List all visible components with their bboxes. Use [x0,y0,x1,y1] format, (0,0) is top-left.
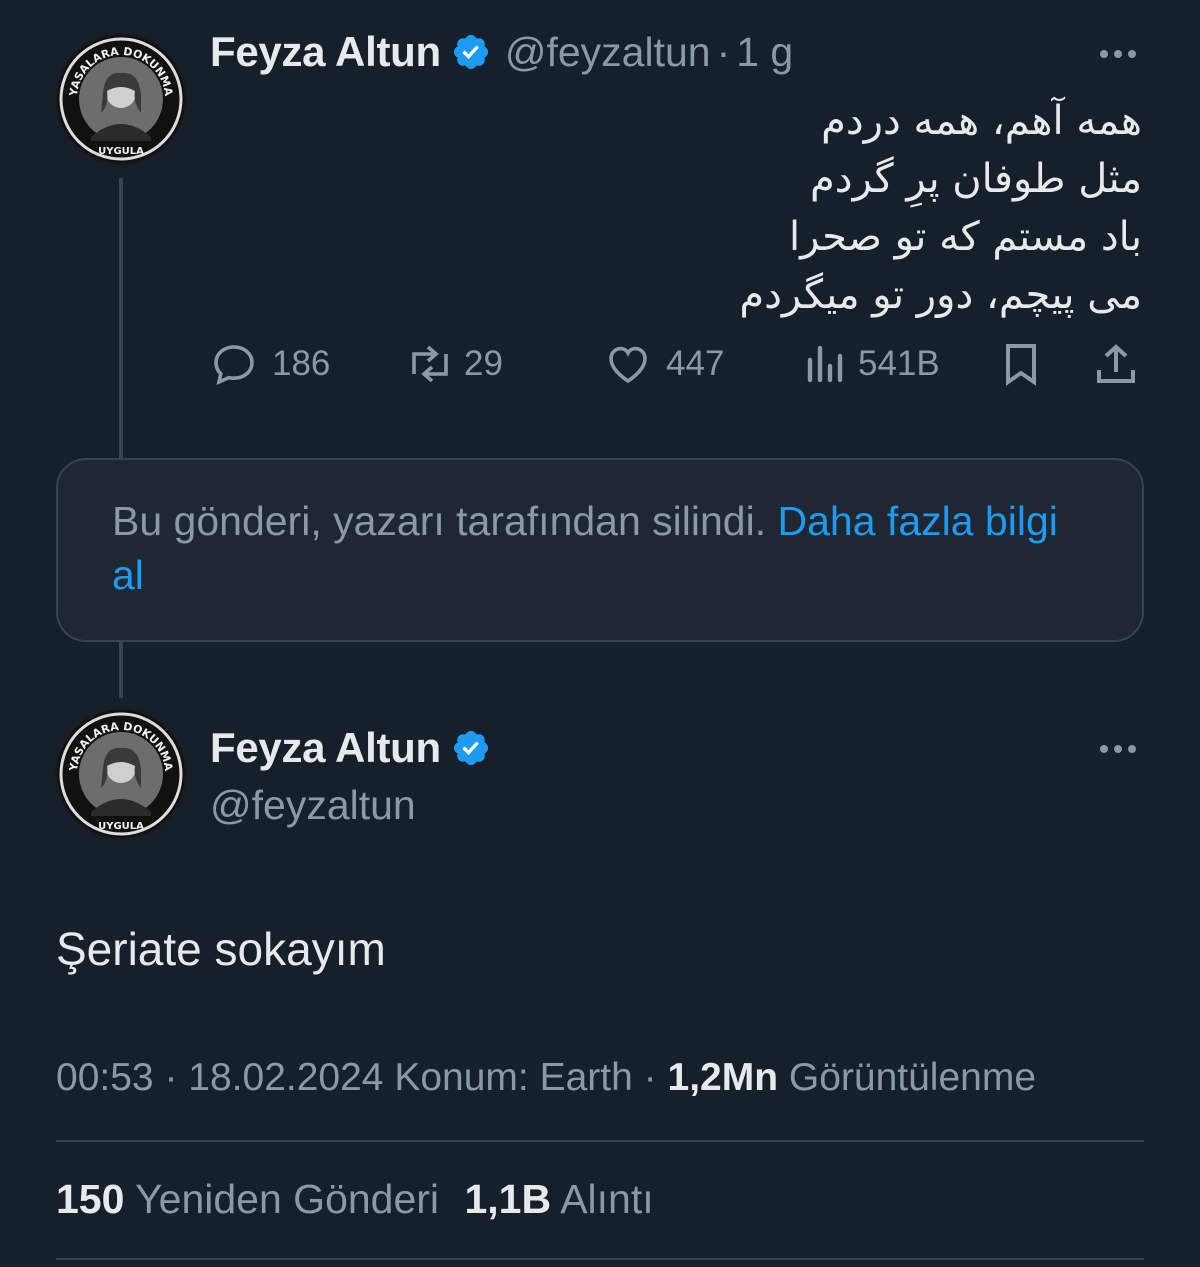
separator: · [643,1056,657,1099]
avatar-badge-bottom-text: UYGULA [98,821,144,832]
reply-button[interactable]: 186 [210,336,330,392]
thread-line [119,178,123,458]
deleted-notice-text: Bu gönderi, yazarı tarafından silindi. [112,498,767,544]
verified-badge-icon [453,730,488,766]
retweet-icon [412,345,448,383]
tweet-time[interactable]: 1 g [736,29,793,76]
tweet-header: Feyza Altun [210,724,491,772]
tweet-time[interactable]: 00:53 [56,1056,154,1099]
divider [56,1140,1144,1142]
tweet-date[interactable]: 18.02.2024 [188,1056,383,1099]
reply-icon [214,345,254,386]
share-button[interactable] [1092,336,1140,392]
more-horizontal-icon[interactable] [1100,745,1136,753]
retweet-button[interactable]: 29 [404,336,503,392]
tweet-text: Şeriate sokayım [56,923,386,975]
retweet-count: 29 [464,344,503,383]
tweet-stats: 150 Yeniden Gönderi 1,1B Alıntı [56,1176,654,1223]
tweet-text-line: همه آهم، همه دردم [821,98,1142,144]
views-count: 541B [858,344,940,383]
verified-badge-icon [453,34,488,70]
share-icon [1097,344,1135,383]
divider [56,1258,1144,1260]
separator: · [164,1056,178,1099]
quotes-stat[interactable]: 1,1B Alıntı [464,1176,653,1222]
retweets-count: 150 [56,1176,125,1222]
more-horizontal-icon[interactable] [1100,50,1136,58]
tweet-text-line: مثل طوفان پرِ گردم [809,156,1142,202]
author-name[interactable]: Feyza Altun [210,724,441,772]
thread-line [119,642,123,698]
tweet-actions: 186 29 447 541B [210,336,1150,392]
author-name[interactable]: Feyza Altun [210,28,441,76]
like-button[interactable]: 447 [604,336,724,392]
retweets-stat[interactable]: 150 Yeniden Gönderi [56,1176,450,1222]
bookmark-button[interactable] [1000,336,1042,392]
tweet-thread: YASALARA DOKUNMA UYGULA Feyza Altun @fey… [0,0,1200,1267]
views-chart-icon [807,345,843,383]
views-button[interactable]: 541B [804,336,940,392]
reply-count: 186 [272,344,331,383]
views-count: 1,2Mn [667,1056,779,1099]
tweet-text-line: باد مستم که تو صحرا [788,214,1142,260]
retweets-label: Yeniden Gönderi [135,1176,440,1222]
separator: · [716,28,731,75]
quotes-label: Alıntı [560,1176,654,1222]
tweet-text: همه آهم، همه دردم مثل طوفان پرِ گردم باد… [242,92,1142,324]
avatar[interactable]: YASALARA DOKUNMA UYGULA [55,708,187,840]
like-count: 447 [666,344,725,383]
bookmark-icon [1006,344,1036,386]
avatar-badge-bottom-text: UYGULA [98,146,144,157]
tweet-meta: 00:53 · 18.02.2024 Konum: Earth · 1,2Mn … [56,1056,1036,1100]
heart-icon [609,346,647,384]
views-label: Görüntülenme [788,1056,1037,1099]
tweet-text-line: می پیچم، دور تو میگردم [739,272,1142,318]
deleted-post-notice: Bu gönderi, yazarı tarafından silindi. D… [56,458,1144,642]
tweet-location: Konum: Earth [394,1056,633,1099]
author-handle[interactable]: @feyzaltun [505,29,711,76]
tweet-header: Feyza Altun @feyzaltun · 1 g [210,28,793,76]
author-handle[interactable]: @feyzaltun [210,782,416,829]
avatar[interactable]: YASALARA DOKUNMA UYGULA [55,33,187,165]
quotes-count: 1,1B [464,1176,552,1222]
